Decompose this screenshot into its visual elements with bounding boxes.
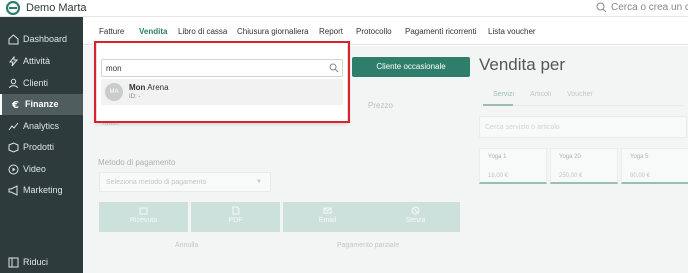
sidebar-item-label: Analytics (23, 121, 60, 131)
tab-lista-voucher[interactable]: Lista voucher (488, 27, 536, 36)
sidebar-item-label: Video (23, 164, 46, 174)
sidebar-item-clienti[interactable]: Clienti (0, 73, 83, 94)
megaphone-icon (8, 185, 18, 196)
metodo-pagamento-label: Metodo di pagamento (98, 158, 176, 167)
sidebar-item-video[interactable]: Video (0, 159, 83, 180)
service-name: Yoga 1 (488, 154, 507, 160)
highlight-annotation (94, 41, 350, 123)
search-servizi-input[interactable]: Cerca servizio o articolo (479, 116, 687, 138)
sidebar-item-prodotti[interactable]: Prodotti (0, 137, 83, 158)
tab-servizi[interactable]: Servizi (493, 91, 514, 98)
pagamento-parziale-button[interactable]: Pagamento parziale (337, 242, 399, 249)
sidebar-collapse-label: Riduci (23, 257, 49, 267)
service-name: Yoga 5 (630, 154, 649, 160)
senza-button[interactable]: Senza (371, 202, 460, 232)
service-price: 80,00 € (630, 173, 651, 179)
top-bar: Demo Marta Cerca o crea un cl (0, 0, 688, 17)
sidebar-item-finanze[interactable]: € Finanze (0, 94, 83, 115)
sidebar: Dashboard Attività Clienti € Finanze Ana… (0, 17, 83, 273)
pdf-label: PDF (228, 217, 243, 224)
sidebar-item-label: Attività (23, 56, 51, 66)
cliente-occasionale-button[interactable]: Cliente occasionale (352, 57, 470, 77)
chart-icon (8, 122, 19, 131)
vendita-active-tab-indicator (483, 104, 513, 106)
tab-protocollo[interactable]: Protocollo (356, 27, 392, 36)
service-price: 250,00 € (559, 173, 583, 179)
sidebar-item-label: Clienti (23, 78, 49, 88)
tab-fatture[interactable]: Fatture (99, 27, 124, 36)
metodo-pagamento-select[interactable]: Seleziona metodo di pagamento ▼ (99, 172, 271, 192)
sidebar-item-marketing[interactable]: Marketing (0, 180, 83, 201)
pdf-button[interactable]: PDF (191, 202, 280, 232)
search-icon (596, 2, 607, 13)
sidebar-item-dashboard[interactable]: Dashboard (0, 29, 83, 50)
tab-pagamenti-ricorrenti[interactable]: Pagamenti ricorrenti (405, 27, 477, 36)
vendita-title: Vendita per (479, 55, 566, 74)
tab-chiusura-giornaliera[interactable]: Chiusura giornaliera (237, 27, 309, 36)
sidebar-item-label: Finanze (25, 99, 59, 109)
annulla-button[interactable]: Annulla (175, 242, 198, 249)
service-card[interactable]: Yoga 5 80,00 € (621, 148, 688, 184)
global-search-placeholder: Cerca o crea un cl (611, 2, 688, 13)
home-icon (8, 34, 19, 45)
sidebar-collapse[interactable]: Riduci (0, 252, 83, 273)
tab-vendita[interactable]: Vendita (139, 27, 167, 36)
document-icon (232, 206, 240, 215)
metodo-pagamento-placeholder: Seleziona metodo di pagamento (106, 179, 207, 186)
play-icon (8, 164, 19, 175)
svg-text:€: € (11, 100, 19, 110)
prezzo-label: Prezzo (368, 101, 393, 110)
app-logo-icon[interactable] (6, 1, 20, 15)
email-button[interactable]: Email (283, 202, 372, 232)
service-name: Yoga 20 (559, 154, 581, 160)
tab-libro-di-cassa[interactable]: Libro di cassa (178, 27, 227, 36)
senza-label: Senza (405, 217, 426, 224)
activity-icon (8, 56, 19, 67)
box-icon (8, 142, 19, 153)
receipt-icon (139, 207, 148, 215)
email-label: Email (318, 217, 337, 224)
user-icon (9, 78, 18, 89)
tab-voucher[interactable]: Voucher (567, 91, 593, 98)
service-card[interactable]: Yoga 20 250,00 € (550, 148, 618, 184)
vendita-tab-divider (483, 105, 683, 106)
ban-icon (411, 206, 420, 215)
ricevuta-label: Ricevuta (129, 217, 158, 224)
chevron-down-icon: ▼ (256, 179, 262, 185)
euro-icon: € (11, 100, 19, 110)
ricevuta-button[interactable]: Ricevuta (99, 202, 188, 232)
service-card[interactable]: Yoga 1 18,00 € (479, 148, 547, 184)
sidebar-item-label: Dashboard (23, 34, 68, 44)
sidebar-item-label: Marketing (23, 185, 63, 195)
tab-articoli[interactable]: Articoli (530, 91, 551, 98)
global-search[interactable]: Cerca o crea un cl (596, 0, 688, 16)
sidebar-item-attivita[interactable]: Attività (0, 51, 83, 72)
collapse-icon (8, 257, 19, 268)
sidebar-item-analytics[interactable]: Analytics (0, 116, 83, 137)
tab-report[interactable]: Report (319, 27, 343, 36)
service-price: 18,00 € (488, 173, 509, 179)
sidebar-item-label: Prodotti (23, 142, 55, 152)
mail-icon (323, 207, 332, 214)
brand-name: Demo Marta (26, 2, 87, 14)
